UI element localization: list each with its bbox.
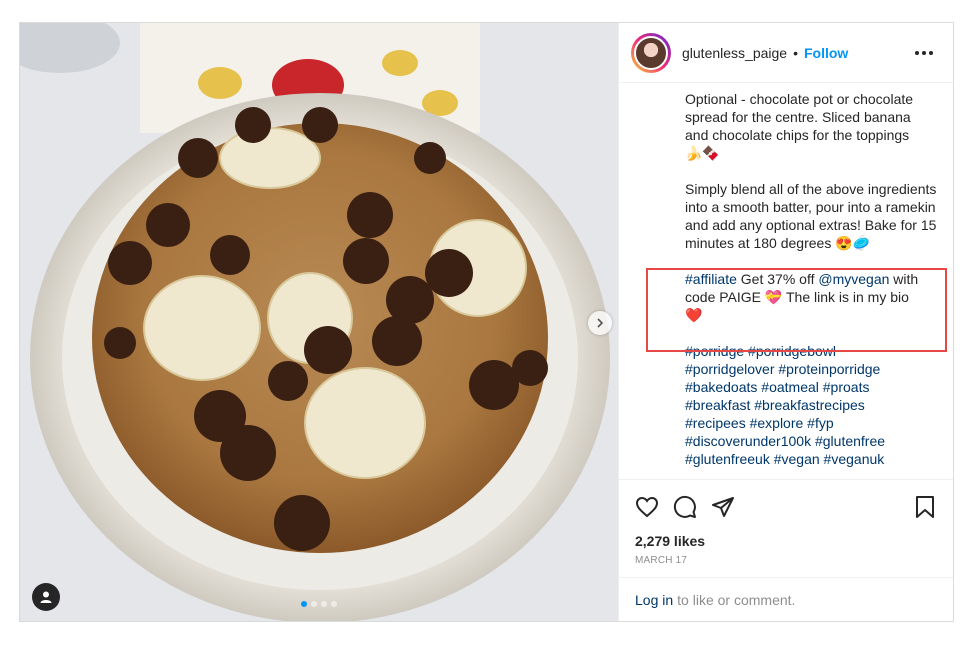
next-slide-button[interactable]: [588, 311, 612, 335]
follow-button[interactable]: Follow: [804, 45, 848, 61]
likes-count[interactable]: 2,279 likes: [619, 533, 953, 553]
hashtag-link[interactable]: #affiliate: [685, 271, 737, 287]
carousel-dot: [321, 601, 327, 607]
hashtag-line[interactable]: #breakfast #breakfastrecipes: [685, 396, 937, 414]
hashtag-line[interactable]: #recipees #explore #fyp: [685, 414, 937, 432]
avatar-image: [634, 35, 668, 70]
chevron-right-icon: [597, 318, 604, 328]
post-sidebar: glutenless_paige • Follow Optional - cho…: [618, 23, 953, 621]
gift-heart-emoji: 💝: [764, 289, 783, 305]
carousel-dot: [331, 601, 337, 607]
user-tag-icon: [40, 591, 52, 603]
carousel-dot: [311, 601, 317, 607]
bookmark-icon: [916, 495, 934, 518]
post-date[interactable]: MARCH 17: [619, 553, 953, 577]
like-button[interactable]: [635, 495, 659, 519]
mention-link[interactable]: @myvegan: [818, 271, 889, 287]
caption: Optional - chocolate pot or chocolate sp…: [619, 83, 953, 479]
post-card: glutenless_paige • Follow Optional - cho…: [19, 22, 954, 622]
user-tag-button[interactable]: [32, 583, 60, 611]
login-link[interactable]: Log in: [635, 592, 673, 608]
caption-paragraph: Optional - chocolate pot or chocolate sp…: [685, 91, 914, 161]
heart-eyes-emoji: 😍🥏: [835, 235, 871, 251]
hashtag-line[interactable]: #discoverunder100k #glutenfree: [685, 432, 937, 450]
login-prompt: Log in to like or comment.: [619, 577, 953, 621]
share-icon: [712, 496, 734, 517]
post-header: glutenless_paige • Follow: [619, 23, 953, 83]
banana-chocolate-emoji: 🍌🍫: [685, 145, 720, 161]
affiliate-paragraph: #affiliate Get 37% off @myvegan with cod…: [685, 271, 919, 323]
separator-dot: •: [793, 44, 798, 61]
avatar[interactable]: [631, 32, 671, 73]
username-link[interactable]: glutenless_paige: [682, 45, 787, 61]
post-image[interactable]: [20, 23, 618, 621]
hashtag-line[interactable]: #porridgelover #proteinporridge: [685, 360, 937, 378]
hashtag-line[interactable]: #bakedoats #oatmeal #proats: [685, 378, 937, 396]
red-heart-emoji: ❤️: [685, 307, 703, 323]
action-bar: [619, 479, 953, 533]
comment-button[interactable]: [673, 495, 697, 519]
carousel-indicator: [301, 601, 337, 607]
comment-icon: [673, 495, 696, 518]
hashtag-line[interactable]: #porridge #porridgebowl: [685, 342, 937, 360]
baked-oats-photo: [20, 23, 618, 621]
more-options-icon[interactable]: [911, 47, 937, 59]
hashtag-line[interactable]: #glutenfreeuk #vegan #veganuk: [685, 450, 937, 468]
save-button[interactable]: [913, 495, 937, 519]
hashtag-list: #porridge #porridgebowl #porridgelover #…: [685, 342, 937, 468]
share-button[interactable]: [711, 495, 735, 519]
caption-paragraph: Simply blend all of the above ingredient…: [685, 181, 937, 251]
heart-icon: [635, 496, 659, 517]
login-prompt-text: to like or comment.: [677, 591, 796, 608]
carousel-dot-active: [301, 601, 307, 607]
